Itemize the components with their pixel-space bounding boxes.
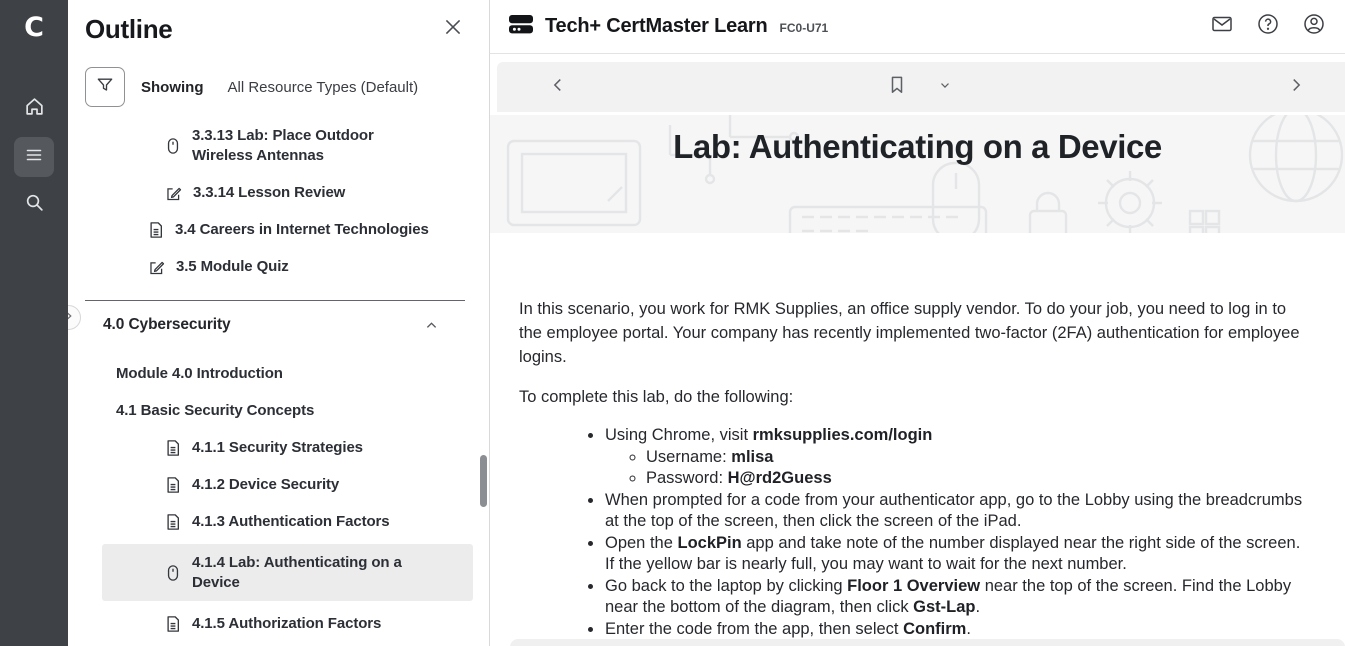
step-text: Enter the code from the app, then select… — [605, 620, 971, 638]
home-button[interactable] — [14, 89, 54, 129]
comptia-logo: C — [0, 0, 68, 43]
outline-tree: 3.3.13 Lab: Place Outdoor Wireless Anten… — [68, 117, 489, 642]
step-item: Enter the code from the app, then select… — [604, 619, 1307, 641]
substep-text: Password: H@rd2Guess — [646, 469, 832, 487]
step-item: Open the LockPin app and take note of th… — [604, 533, 1307, 576]
home-icon — [24, 96, 45, 122]
filter-button[interactable] — [85, 67, 125, 107]
account-button[interactable] — [1301, 14, 1327, 40]
edit-icon — [148, 259, 165, 276]
menu-icon — [24, 145, 44, 170]
outline-item-3313-lab[interactable]: 3.3.13 Lab: Place Outdoor Wireless Anten… — [68, 117, 489, 174]
search-button[interactable] — [14, 185, 54, 225]
chevron-down-icon — [938, 78, 952, 97]
next-page-button[interactable] — [1281, 72, 1311, 102]
mouse-icon — [165, 564, 181, 582]
outline-item-35-module-quiz[interactable]: 3.5 Module Quiz — [68, 248, 489, 285]
instructions-lead: To complete this lab, do the following: — [519, 385, 1307, 409]
chevron-left-icon — [549, 76, 567, 99]
outline-item-411-security-strategies[interactable]: 4.1.1 Security Strategies — [68, 429, 489, 466]
bookmark-icon — [888, 75, 906, 100]
outline-item-414-lab-authenticating[interactable]: 4.1.4 Lab: Authenticating on a Device — [102, 544, 473, 601]
certmaster-stack-logo-icon — [508, 12, 535, 42]
edit-icon — [165, 185, 182, 202]
document-icon — [165, 439, 181, 457]
outline-item-3314-lesson-review[interactable]: 3.3.14 Lesson Review — [68, 174, 489, 211]
lab-instructions: In this scenario, you work for RMK Suppl… — [490, 233, 1345, 640]
substep-item: Username: mlisa — [646, 447, 1307, 469]
previous-page-button[interactable] — [543, 72, 573, 102]
outline-item-413-authentication-factors[interactable]: 4.1.3 Authentication Factors — [68, 503, 489, 540]
exam-code-badge: FC0-U71 — [780, 21, 829, 35]
substep-text: Username: mlisa — [646, 448, 773, 466]
document-icon — [165, 513, 181, 531]
help-button[interactable] — [1255, 14, 1281, 40]
steps-list: Using Chrome, visit rmksupplies.com/logi… — [519, 425, 1307, 640]
next-section-edge — [510, 639, 1345, 646]
app-header: Tech+ CertMaster Learn FC0-U71 — [490, 0, 1345, 54]
close-icon — [442, 16, 464, 43]
app-window: C Outline — [0, 0, 1345, 646]
step-text: Using Chrome, visit rmksupplies.com/logi… — [605, 426, 932, 444]
help-icon — [1256, 12, 1280, 41]
step-text: Go back to the laptop by clicking Floor … — [605, 577, 1291, 617]
intro-paragraph: In this scenario, you work for RMK Suppl… — [519, 297, 1307, 369]
app-title: Tech+ CertMaster Learn — [545, 15, 768, 38]
close-outline-button[interactable] — [439, 16, 467, 44]
filter-current-value[interactable]: All Resource Types (Default) — [228, 79, 419, 96]
main-area: Tech+ CertMaster Learn FC0-U71 — [490, 0, 1345, 646]
filter-showing-label: Showing — [141, 79, 204, 96]
page-title: Lab: Authenticating on a Device — [490, 115, 1345, 166]
document-icon — [148, 221, 164, 239]
outline-item-34-careers[interactable]: 3.4 Careers in Internet Technologies — [68, 211, 489, 248]
outline-item-module-40-introduction[interactable]: Module 4.0 Introduction — [68, 355, 489, 392]
outline-item-41-basic-security-concepts[interactable]: 4.1 Basic Security Concepts — [68, 392, 489, 429]
step-item: Using Chrome, visit rmksupplies.com/logi… — [604, 425, 1307, 490]
lesson-banner: Lab: Authenticating on a Device — [490, 115, 1345, 233]
user-account-icon — [1302, 12, 1326, 41]
outline-item-412-device-security[interactable]: 4.1.2 Device Security — [68, 466, 489, 503]
document-icon — [165, 615, 181, 633]
brand: Tech+ CertMaster Learn FC0-U71 — [508, 12, 828, 42]
mail-icon — [1210, 12, 1234, 41]
left-nav-rail: C — [0, 0, 68, 646]
outline-menu-button[interactable] — [14, 137, 54, 177]
outline-scrollbar-thumb[interactable] — [480, 455, 487, 507]
lesson-content: Lab: Authenticating on a Device In this … — [490, 113, 1345, 646]
chevron-up-icon[interactable] — [424, 318, 439, 333]
lesson-toolbar — [497, 62, 1345, 112]
chevron-right-icon — [1287, 76, 1305, 99]
step-text: When prompted for a code from your authe… — [605, 491, 1302, 531]
document-icon — [165, 476, 181, 494]
step-item: Go back to the laptop by clicking Floor … — [604, 576, 1307, 619]
bookmark-menu-button[interactable] — [930, 72, 960, 102]
step-text: Open the LockPin app and take note of th… — [605, 534, 1300, 574]
search-icon — [24, 192, 45, 218]
mouse-icon — [165, 137, 181, 155]
outline-section-40-cybersecurity[interactable]: 4.0 Cybersecurity — [68, 301, 489, 345]
substep-item: Password: H@rd2Guess — [646, 468, 1307, 490]
messages-button[interactable] — [1209, 14, 1235, 40]
substeps-list: Username: mlisa Password: H@rd2Guess — [605, 447, 1307, 490]
outline-panel: Outline Showing All Resource Types (Defa… — [68, 0, 490, 646]
step-item: When prompted for a code from your authe… — [604, 490, 1307, 533]
outline-panel-title: Outline — [85, 14, 172, 45]
filter-funnel-icon — [95, 75, 115, 100]
bookmark-button[interactable] — [882, 72, 912, 102]
outline-item-415-authorization-factors[interactable]: 4.1.5 Authorization Factors — [68, 605, 489, 642]
